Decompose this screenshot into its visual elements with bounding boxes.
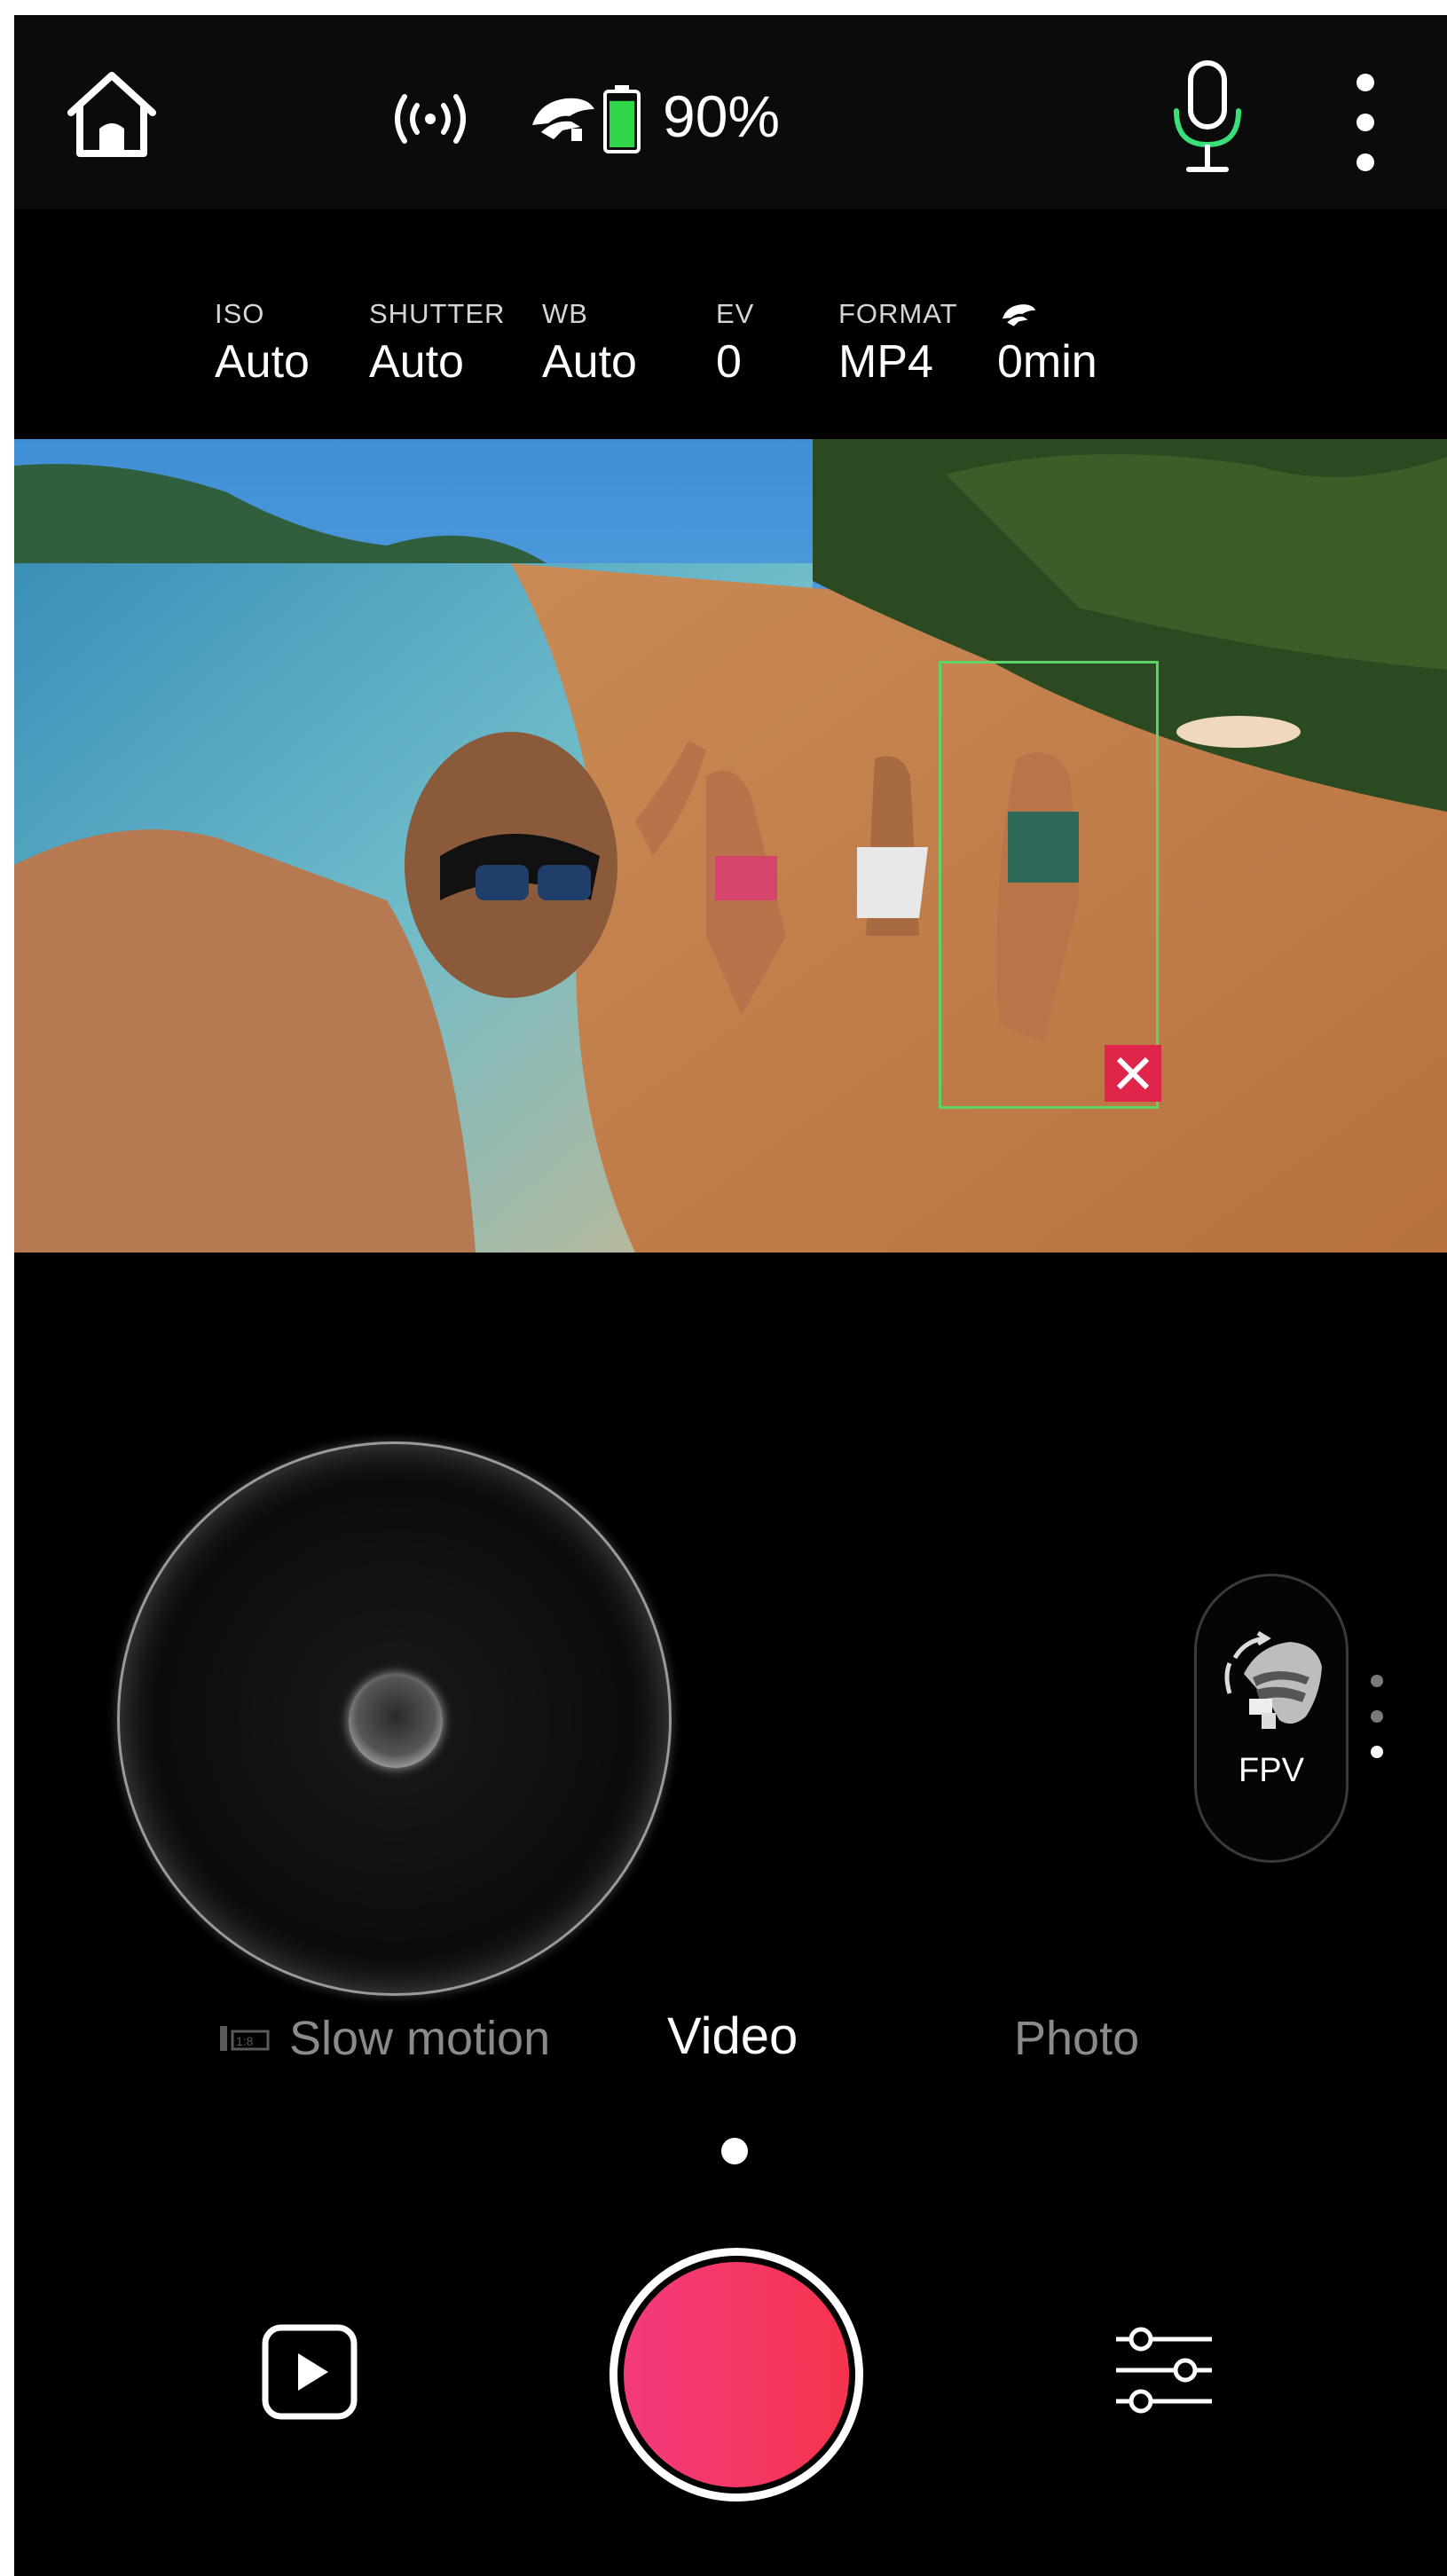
param-shutter[interactable]: SHUTTER Auto: [369, 296, 505, 390]
param-format[interactable]: FORMAT MP4: [838, 296, 958, 390]
mode-slow-motion-label: Slow motion: [289, 2012, 551, 2065]
param-iso-label: ISO: [215, 298, 265, 329]
mode-slow-motion[interactable]: 1:8 Slow motion: [218, 2007, 550, 2069]
gimbal-icon: [1002, 304, 1036, 326]
more-options-button[interactable]: [1341, 65, 1390, 180]
battery-percent: 90%: [663, 83, 781, 149]
settings-button[interactable]: [1111, 2321, 1217, 2419]
camera-screen: 90% ISO Auto SHUTTER Auto WB Auto EV 0 F…: [14, 15, 1447, 2576]
param-format-value: MP4: [838, 336, 933, 388]
more-vertical-icon: [1357, 74, 1374, 171]
param-iso[interactable]: ISO Auto: [215, 296, 310, 390]
camera-preview[interactable]: [14, 439, 1447, 1253]
signal-icon: [395, 94, 466, 144]
playback-button[interactable]: [261, 2323, 358, 2421]
status-bar: 90%: [14, 15, 1447, 209]
param-shutter-value: Auto: [369, 336, 464, 388]
param-ev-label: EV: [716, 298, 755, 329]
tracking-close-button[interactable]: [1105, 1045, 1161, 1102]
param-remaining: 0min: [997, 296, 1097, 390]
param-shutter-label: SHUTTER: [369, 298, 506, 329]
camera-parameters: ISO Auto SHUTTER Auto WB Auto EV 0 FORMA…: [14, 209, 1447, 454]
battery-icon: [603, 84, 641, 153]
fpv-label: FPV: [1239, 1752, 1304, 1789]
home-button[interactable]: [59, 61, 165, 168]
param-iso-value: Auto: [215, 336, 310, 388]
preview-image: [14, 439, 1447, 1253]
mode-photo[interactable]: Photo: [1014, 2007, 1139, 2069]
mode-indicator-dot: [721, 2138, 748, 2164]
gimbal-icon: [532, 98, 594, 141]
svg-text:1:8: 1:8: [236, 2034, 254, 2048]
close-icon: [1116, 1056, 1150, 1090]
param-wb-label: WB: [542, 298, 588, 329]
page-dots-vertical: [1371, 1675, 1383, 1758]
joystick-knob[interactable]: [349, 1674, 443, 1768]
param-format-label: FORMAT: [838, 298, 958, 329]
record-button-inner: [624, 2262, 849, 2487]
param-wb-value: Auto: [542, 336, 637, 388]
fpv-icon: [1224, 1631, 1322, 1729]
param-remaining-value: 0min: [997, 336, 1097, 388]
param-wb[interactable]: WB Auto: [542, 296, 637, 390]
param-ev[interactable]: EV 0: [716, 296, 754, 390]
param-ev-value: 0: [716, 336, 742, 388]
microphone-icon: [1174, 60, 1241, 172]
sliders-icon: [1116, 2327, 1212, 2414]
home-icon: [67, 72, 156, 157]
microphone-button[interactable]: [1159, 58, 1256, 182]
tracking-box[interactable]: [939, 661, 1159, 1109]
slow-motion-icon: 1:8: [220, 2026, 270, 2051]
mode-video[interactable]: Video: [667, 2006, 798, 2068]
play-icon: [262, 2324, 358, 2420]
